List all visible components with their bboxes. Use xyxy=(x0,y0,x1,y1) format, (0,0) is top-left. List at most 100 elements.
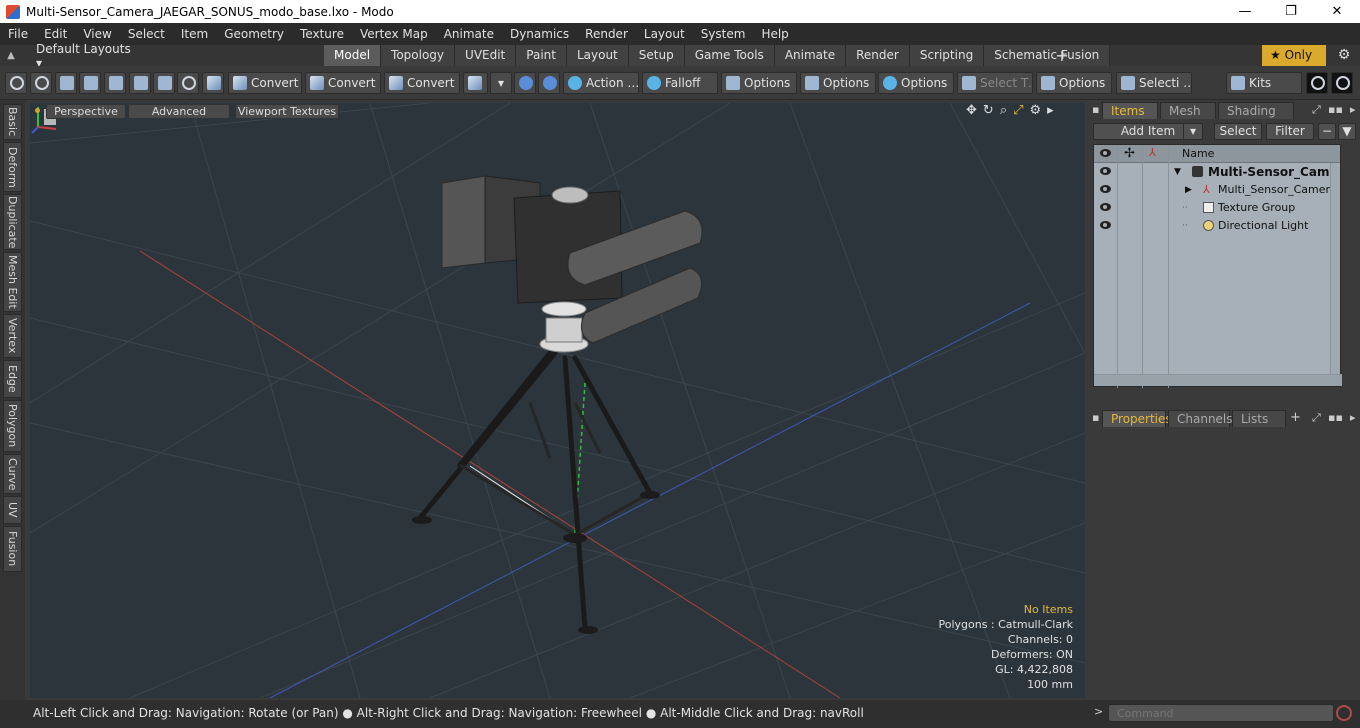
expand-arrow-icon[interactable]: ▶ xyxy=(1185,181,1192,199)
tab-render[interactable]: Render xyxy=(846,45,910,66)
tab-fusion[interactable]: Fusion xyxy=(3,526,22,572)
menu-animate[interactable]: Animate xyxy=(436,23,502,45)
expand-arrow-icon[interactable]: ▼ xyxy=(1174,163,1181,181)
tab-animate[interactable]: Animate xyxy=(774,45,847,66)
panel-dot-icon[interactable]: ▪ xyxy=(1092,100,1099,120)
only-toggle[interactable]: ★ Only xyxy=(1262,45,1326,66)
select-items-button[interactable] xyxy=(79,72,101,94)
convert-button-3[interactable]: Convert xyxy=(384,72,460,94)
maximize-viewport-icon[interactable]: ⤢ xyxy=(1013,103,1023,120)
mesh-type-button[interactable] xyxy=(463,72,488,94)
menu-help[interactable]: Help xyxy=(753,23,796,45)
3d-viewport[interactable]: No Items Polygons : Catmull-Clark Channe… xyxy=(30,103,1085,698)
add-tab-button[interactable]: + xyxy=(1054,45,1070,66)
visibility-header-eye-icon[interactable] xyxy=(1100,149,1111,157)
menu-layout[interactable]: Layout xyxy=(636,23,693,45)
list-item-directional-light[interactable]: ·· Directional Light xyxy=(1094,217,1342,235)
falloff-radial-button[interactable] xyxy=(177,72,199,94)
tab-game-tools[interactable]: Game Tools xyxy=(684,45,775,66)
tab-curve[interactable]: Curve xyxy=(3,454,22,494)
tab-polygon[interactable]: Polygon xyxy=(3,400,22,452)
select-t-button[interactable]: Select T… xyxy=(957,72,1033,94)
tab-schematic-fusion[interactable]: Schematic Fusion xyxy=(984,45,1111,66)
menu-geometry[interactable]: Geometry xyxy=(216,23,292,45)
items-vertical-scrollbar[interactable] xyxy=(1330,163,1340,386)
tab-uvedit[interactable]: UVEdit xyxy=(455,45,517,66)
list-item-mesh[interactable]: ▶ ⅄ Multi_Sensor_Camera … xyxy=(1094,181,1342,199)
tab-channels[interactable]: Channels xyxy=(1168,410,1233,427)
panel-expand-icon[interactable]: ⤢ xyxy=(1312,408,1321,428)
maximize-button[interactable]: ❐ xyxy=(1268,0,1314,23)
visibility-eye-icon[interactable] xyxy=(1100,167,1111,175)
menu-system[interactable]: System xyxy=(693,23,754,45)
tab-setup[interactable]: Setup xyxy=(628,45,685,66)
menu-texture[interactable]: Texture xyxy=(292,23,352,45)
add-item-dropdown-button[interactable]: ▾ xyxy=(1183,123,1203,140)
menu-dynamics[interactable]: Dynamics xyxy=(502,23,577,45)
viewport-arrow-icon[interactable]: ▸ xyxy=(1047,103,1054,120)
select-polygons-button[interactable] xyxy=(55,72,77,94)
items-horizontal-scrollbar[interactable] xyxy=(1094,374,1342,386)
options-button-3[interactable]: Options xyxy=(878,72,954,94)
mirror-button[interactable] xyxy=(104,72,126,94)
select-edges-button[interactable] xyxy=(30,72,52,94)
name-column-header[interactable]: Name xyxy=(1182,147,1214,160)
tab-mesh[interactable]: Mesh … xyxy=(1160,102,1216,135)
tab-scripting[interactable]: Scripting xyxy=(909,45,985,66)
tab-edge[interactable]: Edge xyxy=(3,360,22,398)
kits-button[interactable]: Kits xyxy=(1226,72,1302,94)
rotate-icon[interactable]: ↻ xyxy=(983,103,994,120)
viewport-menu-dot-icon[interactable] xyxy=(35,108,40,113)
perspective-button[interactable]: Perspective xyxy=(46,104,126,119)
tab-topology[interactable]: Topology xyxy=(381,45,456,66)
tab-basic[interactable]: Basic xyxy=(3,104,22,140)
menu-render[interactable]: Render xyxy=(577,23,636,45)
panel-options-icon[interactable]: ▪▪ xyxy=(1328,408,1343,428)
options-button-4[interactable]: Options xyxy=(1036,72,1112,94)
action-axis-button[interactable] xyxy=(538,72,560,94)
viewport-textures-button[interactable]: Viewport Textures xyxy=(235,104,339,119)
panel-options-icon[interactable]: ▪▪ xyxy=(1328,100,1343,120)
tab-duplicate[interactable]: Duplicate xyxy=(3,194,22,250)
symmetry-button[interactable] xyxy=(129,72,151,94)
panel-scroll-arrow-icon[interactable]: ▸ xyxy=(1350,408,1356,428)
funnel-button[interactable]: ▼ xyxy=(1338,123,1356,140)
visibility-eye-icon[interactable] xyxy=(1100,185,1111,193)
collapse-button[interactable]: − xyxy=(1318,123,1336,140)
viewport-gear-icon[interactable]: ⚙ xyxy=(1030,103,1042,120)
selecti-button[interactable]: Selecti … xyxy=(1116,72,1192,94)
advanced-button[interactable]: Advanced xyxy=(128,104,230,119)
add-panel-tab-button[interactable]: + xyxy=(1290,408,1301,428)
filter-button[interactable]: Filter xyxy=(1266,123,1314,140)
panel-expand-icon[interactable]: ⤢ xyxy=(1312,100,1321,120)
tab-properties[interactable]: Properties xyxy=(1102,410,1172,427)
tab-deform[interactable]: Deform xyxy=(3,142,22,192)
select-vertices-button[interactable] xyxy=(5,72,27,94)
visibility-eye-icon[interactable] xyxy=(1100,221,1111,229)
action-center-button[interactable] xyxy=(514,72,536,94)
tab-lists[interactable]: Lists xyxy=(1232,410,1286,427)
convert-button-1[interactable]: Convert xyxy=(228,72,302,94)
command-arrow-icon[interactable]: > xyxy=(1094,705,1103,718)
collapse-arrow-icon[interactable]: ▲ xyxy=(0,50,22,61)
items-list[interactable]: ✢ ⅄ Name ▼ Multi-Sensor_Camer … ▶ ⅄ Mult… xyxy=(1093,144,1342,388)
tab-shading[interactable]: Shading xyxy=(1218,102,1294,119)
tab-mesh-edit[interactable]: Mesh Edit xyxy=(3,252,22,312)
tab-vertex[interactable]: Vertex xyxy=(3,314,22,358)
shield-button[interactable] xyxy=(202,72,224,94)
unreal-button[interactable] xyxy=(1331,72,1353,94)
tab-layout[interactable]: Layout xyxy=(566,45,629,66)
zoom-icon[interactable]: ⌕ xyxy=(1000,103,1007,120)
menu-vertex-map[interactable]: Vertex Map xyxy=(352,23,436,45)
gear-icon[interactable]: ⚙ xyxy=(1334,45,1354,66)
list-item-texture-group[interactable]: ·· Texture Group xyxy=(1094,199,1342,217)
pan-icon[interactable]: ✥ xyxy=(966,103,977,120)
tab-model[interactable]: Model xyxy=(324,45,382,66)
tab-items[interactable]: Items xyxy=(1102,102,1158,119)
command-input[interactable] xyxy=(1108,704,1334,722)
falloff-button[interactable]: Falloff xyxy=(642,72,718,94)
convert-button-2[interactable]: Convert xyxy=(305,72,381,94)
tab-uv[interactable]: UV xyxy=(3,496,22,524)
menu-item[interactable]: Item xyxy=(173,23,216,45)
dropdown-button[interactable]: ▾ xyxy=(490,72,512,94)
